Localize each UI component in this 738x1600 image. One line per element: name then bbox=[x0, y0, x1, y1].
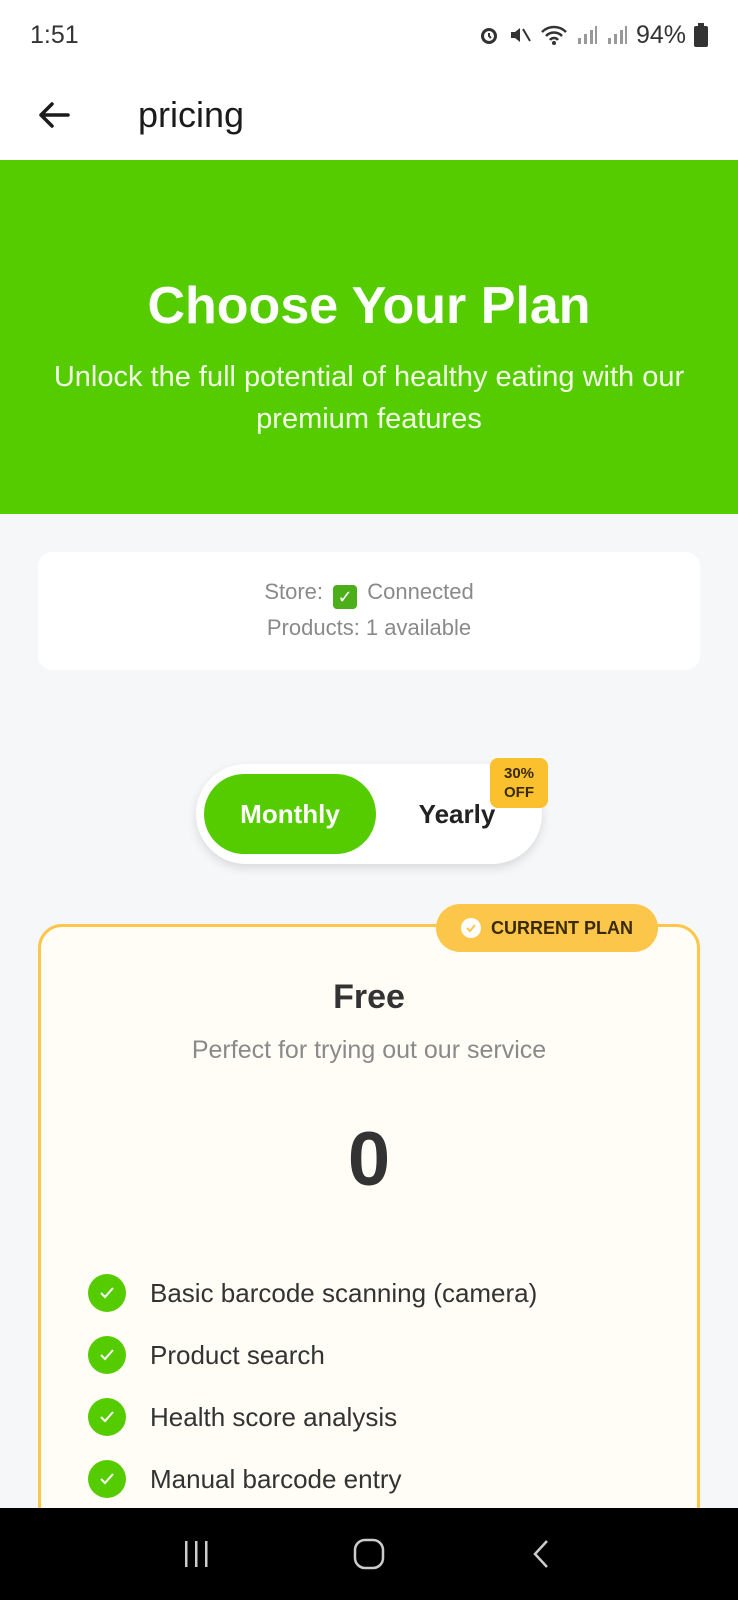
home-icon bbox=[353, 1538, 385, 1570]
recents-icon bbox=[185, 1541, 208, 1567]
check-icon bbox=[88, 1398, 126, 1436]
feature-list: Basic barcode scanning (camera) Product … bbox=[88, 1262, 648, 1510]
plan-description: Perfect for trying out our service bbox=[191, 1036, 547, 1064]
wifi-icon bbox=[540, 24, 568, 46]
feature-label: Manual barcode entry bbox=[150, 1463, 402, 1494]
signal-icon bbox=[576, 24, 598, 46]
status-icons: 94% bbox=[478, 21, 708, 50]
check-icon bbox=[88, 1336, 126, 1374]
plan-price: 0 bbox=[347, 1117, 391, 1202]
status-time: 1:51 bbox=[30, 20, 79, 49]
hero-title: Choose Your Plan bbox=[147, 277, 591, 335]
store-status: Connected bbox=[367, 579, 474, 604]
feature-item: Basic barcode scanning (camera) bbox=[88, 1262, 648, 1324]
feature-label: Health score analysis bbox=[150, 1401, 398, 1432]
discount-badge: 30% OFF bbox=[490, 758, 548, 808]
back-button[interactable] bbox=[24, 85, 84, 145]
billing-toggle: Monthly Yearly 30% OFF bbox=[196, 758, 548, 864]
nav-back-button[interactable] bbox=[512, 1524, 572, 1584]
store-status-line: Store: ✓ Connected bbox=[38, 574, 700, 610]
check-icon bbox=[88, 1274, 126, 1312]
feature-item: Product search bbox=[88, 1324, 648, 1386]
arrow-left-icon bbox=[39, 102, 70, 128]
home-button[interactable] bbox=[339, 1524, 399, 1584]
battery-icon bbox=[694, 23, 708, 47]
alarm-icon bbox=[478, 24, 500, 46]
checkmark-icon: ✓ bbox=[333, 585, 358, 609]
feature-label: Basic barcode scanning (camera) bbox=[150, 1277, 538, 1308]
feature-label: Product search bbox=[150, 1339, 325, 1370]
mute-icon bbox=[508, 24, 532, 46]
page-title: pricing bbox=[138, 94, 245, 135]
back-icon bbox=[532, 1540, 548, 1568]
monthly-option[interactable]: Monthly bbox=[204, 774, 376, 854]
system-nav-bar bbox=[0, 1508, 738, 1600]
hero-subtitle: Unlock the full potential of healthy eat… bbox=[53, 361, 685, 435]
products-count: Products: 1 available bbox=[266, 615, 472, 640]
current-plan-badge: CURRENT PLAN bbox=[436, 904, 658, 952]
check-circle-icon bbox=[461, 918, 481, 938]
check-icon bbox=[88, 1460, 126, 1498]
status-bar: 1:51 94% bbox=[0, 0, 738, 70]
plan-name: Free bbox=[333, 978, 405, 1016]
hero-banner: Choose Your Plan Unlock the full potenti… bbox=[0, 160, 738, 514]
current-plan-label: CURRENT PLAN bbox=[491, 917, 633, 938]
recents-button[interactable] bbox=[166, 1524, 226, 1584]
feature-item: Health score analysis bbox=[88, 1386, 648, 1448]
store-info-card: Store: ✓ Connected Products: 1 available bbox=[38, 552, 700, 670]
signal-icon bbox=[606, 24, 628, 46]
battery-percent: 94% bbox=[635, 20, 686, 49]
store-label: Store: bbox=[264, 579, 324, 604]
app-bar: pricing bbox=[0, 70, 738, 160]
feature-item: Manual barcode entry bbox=[88, 1448, 648, 1510]
